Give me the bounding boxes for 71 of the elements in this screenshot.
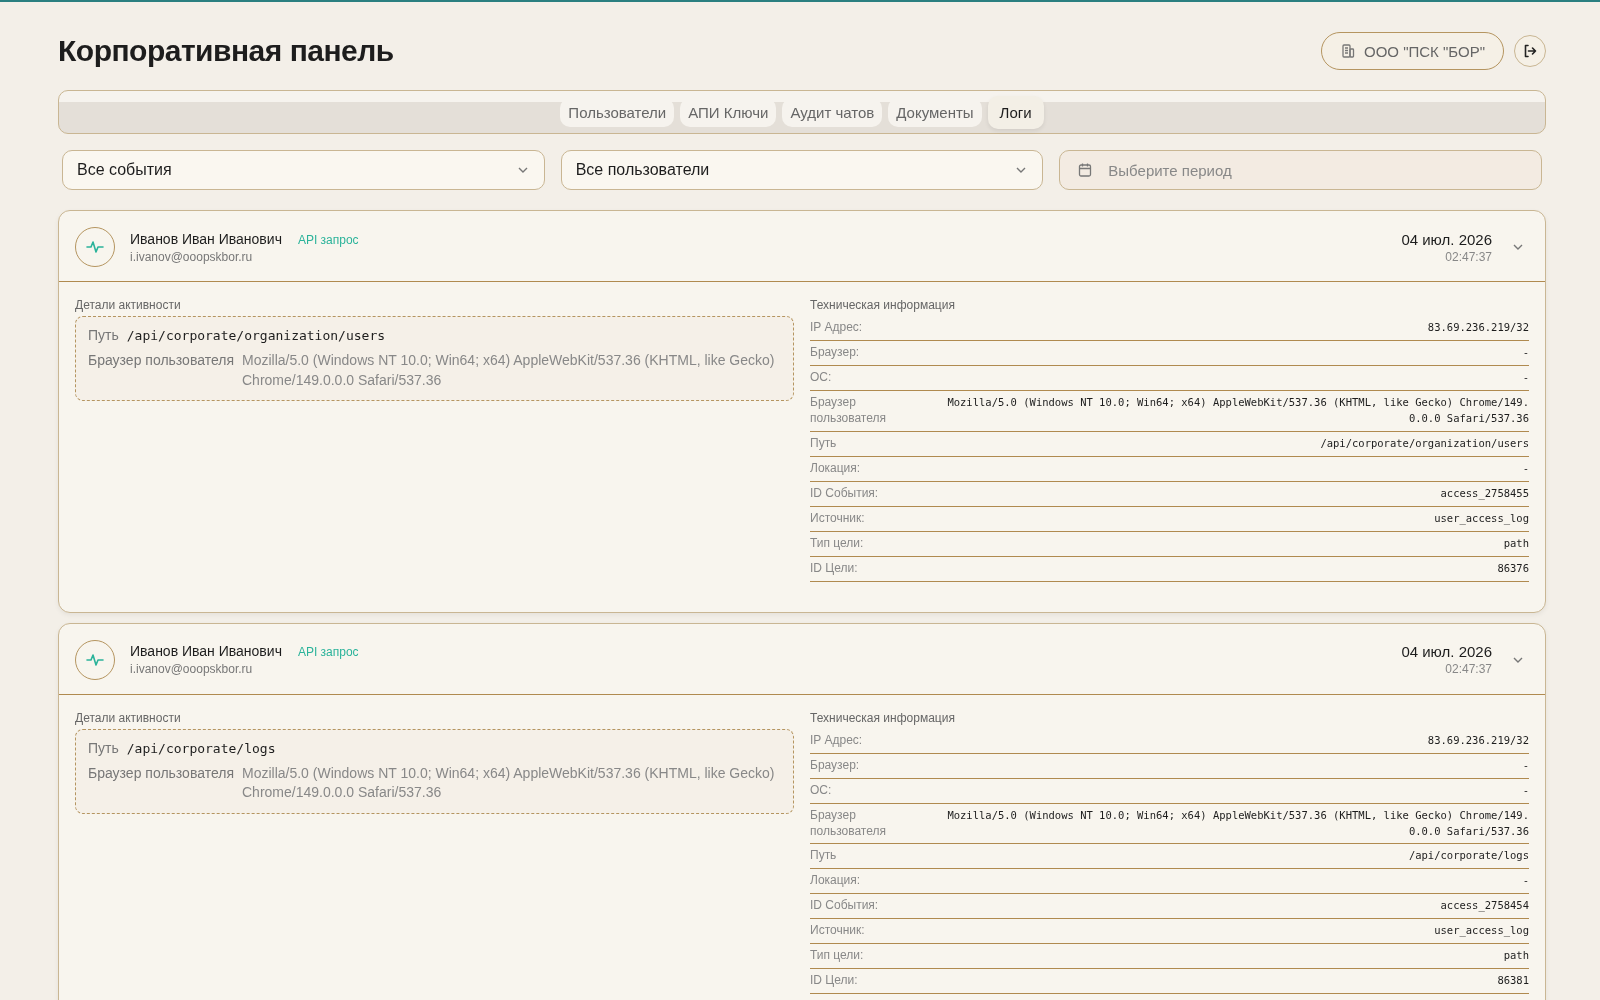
info-value: 83.69.236.219/32: [1427, 732, 1529, 748]
event-type: API запрос: [297, 645, 359, 660]
detail-value: Mozilla/5.0 (Windows NT 10.0; Win64; x64) AppleWebKit/537.36 (KHTML, like Gecko) Chrome/149.0.0.0 Safari/537.36: [242, 763, 776, 803]
page-title: Корпоративная панель: [58, 34, 394, 68]
detail-value: /api/corporate/organization/users: [126, 327, 386, 345]
info-label: Локация:: [810, 872, 862, 890]
detail-value: /api/corporate/logs: [126, 739, 276, 758]
section-title: Техническая информация: [810, 298, 956, 312]
info-label: Источник:: [810, 509, 866, 527]
period-field[interactable]: Выберите период: [1059, 150, 1542, 190]
info-value: 83.69.236.219/32: [1427, 320, 1529, 335]
info-value: -: [1522, 370, 1529, 385]
event-type: API запрос: [297, 232, 359, 247]
info-label: ID События:: [810, 897, 880, 915]
info-value: Mozilla/5.0 (Windows NT 10.0; Win64; x64) AppleWebKit/537.36 (KHTML, like Gecko) Chrome/149.0.0.0 Safari/537.36: [946, 395, 1529, 427]
info-label: IP Адрес:: [810, 731, 864, 749]
info-value: -: [1522, 873, 1529, 889]
info-label: Локация:: [810, 459, 862, 477]
info-label: ID События:: [810, 484, 880, 502]
info-value: 86376: [1497, 560, 1529, 576]
user-email: i.ivanov@ooopskbor.ru: [130, 662, 254, 677]
info-value: user_access_log: [1434, 923, 1529, 939]
info-label: Тип цели:: [810, 534, 865, 552]
user-email: i.ivanov@ooopskbor.ru: [130, 249, 254, 264]
info-value: user_access_log: [1434, 510, 1529, 527]
info-label: Браузер:: [810, 756, 861, 774]
log-date: 04 июл. 2026: [1401, 643, 1492, 661]
section-title: Техническая информация: [810, 710, 956, 725]
info-label: ОС:: [810, 369, 833, 386]
tab[interactable]: Логи: [987, 95, 1044, 129]
logout-icon: [1522, 43, 1538, 59]
info-label: IP Адрес:: [810, 319, 864, 336]
detail-label: Путь: [88, 327, 119, 343]
info-label: Источник:: [810, 922, 866, 940]
user-name: Иванов Иван Иванович: [130, 643, 282, 660]
section-title: Детали активности: [75, 298, 182, 312]
info-value: -: [1522, 345, 1529, 360]
log-time: 02:47:37: [1445, 662, 1492, 677]
info-value: access_2758455: [1440, 485, 1529, 502]
info-label: Браузер:: [810, 344, 861, 361]
info-label: ОС:: [810, 781, 833, 799]
info-value: /api/corporate/logs: [1408, 848, 1529, 864]
logout-button[interactable]: [1514, 35, 1546, 67]
detail-value: Mozilla/5.0 (Windows NT 10.0; Win64; x64) AppleWebKit/537.36 (KHTML, like Gecko) Chrome/149.0.0.0 Safari/537.36: [242, 351, 776, 390]
user-select[interactable]: Все пользователи: [560, 150, 1044, 190]
organization-button[interactable]: ООО "ПСК "БОР": [1321, 32, 1504, 70]
info-value: Mozilla/5.0 (Windows NT 10.0; Win64; x64) AppleWebKit/537.36 (KHTML, like Gecko) Chrome/149.0.0.0 Safari/537.36: [946, 807, 1529, 839]
user-name: Иванов Иван Иванович: [130, 230, 282, 247]
info-label: Путь: [810, 847, 838, 865]
detail-label: Браузер пользователя: [88, 352, 234, 369]
log-date: 04 июл. 2026: [1401, 230, 1492, 248]
info-label: Тип цели:: [810, 947, 865, 965]
detail-label: Браузер пользователя: [88, 764, 234, 781]
info-value: path: [1503, 948, 1529, 964]
log-time: 02:47:37: [1445, 249, 1492, 264]
section-title: Детали активности: [75, 710, 182, 725]
info-value: -: [1522, 460, 1529, 476]
info-value: access_2758454: [1440, 898, 1529, 914]
info-value: -: [1522, 757, 1529, 773]
info-value: -: [1522, 782, 1529, 798]
info-value: path: [1503, 535, 1529, 551]
info-label: Браузер пользователя: [810, 806, 887, 840]
info-label: Путь: [810, 434, 838, 452]
info-value: /api/corporate/organization/users: [1320, 435, 1529, 451]
info-label: Браузер пользователя: [810, 394, 887, 427]
detail-label: Путь: [88, 739, 119, 756]
info-label: ID Цели:: [810, 559, 859, 577]
info-value: 86381: [1497, 973, 1529, 989]
building-icon: [1340, 43, 1356, 59]
event-select[interactable]: Все события: [62, 150, 545, 190]
info-label: ID Цели:: [810, 972, 859, 990]
